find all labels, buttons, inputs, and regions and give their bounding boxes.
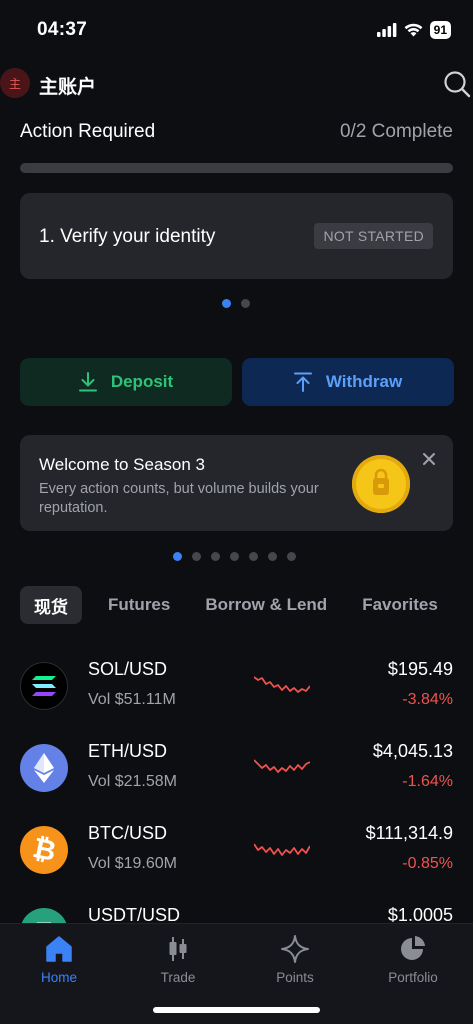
pager-dot[interactable] — [249, 552, 258, 561]
sol-icon — [20, 662, 68, 710]
action-progress-text: 0/2 Complete — [339, 121, 453, 142]
pair-change: -0.85% — [402, 855, 453, 872]
candlestick-icon — [169, 937, 187, 961]
action-required-title: Action Required — [20, 121, 156, 142]
pager-dot[interactable] — [192, 552, 201, 561]
close-icon[interactable] — [421, 451, 437, 467]
sparkline — [254, 759, 310, 773]
action-progress-bar — [20, 163, 453, 173]
season-coin-icon — [352, 455, 410, 513]
pie-chart-icon — [401, 936, 425, 960]
pair-change: -3.84% — [402, 691, 453, 708]
nav-home[interactable]: Home — [14, 932, 104, 985]
account-name[interactable]: 主账户 — [39, 72, 96, 99]
pair-volume: Vol $21.58M — [88, 773, 177, 790]
btc-icon: ₿ — [20, 826, 68, 874]
tab-favorites[interactable]: Favorites — [362, 586, 438, 624]
deposit-button[interactable]: Deposit — [20, 358, 232, 406]
tab-futures[interactable]: Futures — [108, 586, 170, 624]
pager-dot[interactable] — [241, 299, 250, 308]
nav-trade-label: Trade — [160, 970, 196, 985]
nav-home-label: Home — [40, 970, 77, 985]
promo-body: Every action counts, but volume builds y… — [39, 481, 319, 516]
task-label: 1. Verify your identity — [39, 226, 216, 247]
pager-dot[interactable] — [230, 552, 239, 561]
signal-icon — [376, 23, 397, 37]
wifi-icon — [404, 23, 423, 37]
pair-price: $4,045.13 — [372, 741, 453, 761]
nav-portfolio-label: Portfolio — [388, 970, 438, 985]
status-icons: 91 — [376, 21, 451, 39]
sparkline — [254, 843, 310, 856]
battery-level: 91 — [429, 21, 451, 39]
market-row-sol[interactable]: SOL/USD Vol $51.11M $195.49 -3.84% — [0, 658, 473, 722]
account-avatar[interactable]: 主 — [0, 68, 30, 98]
status-time: 04:37 — [37, 19, 88, 40]
home-indicator — [153, 1007, 320, 1013]
market-row-eth[interactable]: ETH/USD Vol $21.58M $4,045.13 -1.64% — [0, 740, 473, 804]
promo-title: Welcome to Season 3 — [39, 455, 205, 474]
pair-price: $111,314.9 — [365, 823, 453, 843]
promo-pager-dots — [173, 552, 296, 561]
task-pager-dots — [222, 299, 250, 308]
sparkline — [254, 676, 310, 693]
pair-name: SOL/USD — [88, 659, 168, 679]
nav-portfolio[interactable]: Portfolio — [368, 932, 458, 985]
account-header: 主 主账户 — [0, 68, 473, 100]
market-row-btc[interactable]: ₿ BTC/USD Vol $19.60M $111,314.9 -0.85% — [0, 822, 473, 886]
withdraw-label: Withdraw — [325, 372, 403, 391]
download-icon — [78, 372, 97, 392]
upload-icon — [293, 372, 312, 392]
status-bar: 04:37 91 — [0, 0, 473, 58]
eth-icon — [20, 744, 68, 792]
nav-points[interactable]: Points — [250, 932, 340, 985]
pair-price: $195.49 — [387, 659, 453, 679]
pager-dot[interactable] — [268, 552, 277, 561]
pager-dot[interactable] — [287, 552, 296, 561]
tab-spot[interactable]: 现货 — [20, 586, 82, 624]
search-icon[interactable] — [443, 70, 471, 98]
pair-volume: Vol $19.60M — [88, 855, 177, 872]
pager-dot[interactable] — [222, 299, 231, 308]
nav-trade[interactable]: Trade — [133, 932, 223, 985]
season-promo-card[interactable]: Welcome to Season 3 Every action counts,… — [20, 435, 453, 531]
pair-name: ETH/USD — [88, 741, 168, 761]
pager-dot[interactable] — [173, 552, 182, 561]
task-status-badge: NOT STARTED — [314, 223, 433, 249]
withdraw-button[interactable]: Withdraw — [242, 358, 454, 406]
nav-points-label: Points — [276, 970, 314, 985]
pair-change: -1.64% — [402, 773, 453, 790]
verify-identity-card[interactable]: 1. Verify your identity NOT STARTED — [20, 193, 453, 279]
pair-name: BTC/USD — [88, 823, 168, 843]
sparkle-icon — [281, 935, 309, 963]
pair-volume: Vol $51.11M — [88, 691, 176, 708]
deposit-label: Deposit — [110, 372, 174, 391]
market-tabs: 现货 Futures Borrow & Lend Favorites — [20, 586, 438, 624]
home-icon — [46, 936, 72, 962]
pager-dot[interactable] — [211, 552, 220, 561]
tab-borrow-lend[interactable]: Borrow & Lend — [205, 586, 327, 624]
